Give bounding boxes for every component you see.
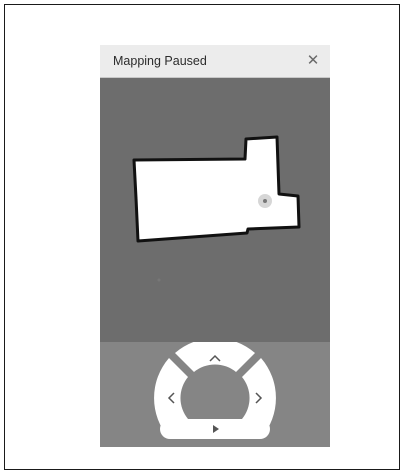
mapped-room-area (132, 135, 301, 243)
map-view (100, 78, 330, 342)
panel-title: Mapping Paused (113, 54, 207, 68)
control-pad-area (100, 342, 330, 447)
close-icon[interactable]: ✕ (304, 52, 322, 70)
map-canvas (132, 135, 301, 282)
dock-marker-icon (157, 278, 161, 282)
dpad-up-button[interactable] (175, 342, 255, 372)
control-pad (154, 342, 276, 439)
robot-position-icon (258, 194, 272, 208)
play-button[interactable] (160, 419, 270, 439)
mapping-panel: Mapping Paused ✕ (100, 45, 330, 447)
title-bar: Mapping Paused ✕ (100, 45, 330, 78)
